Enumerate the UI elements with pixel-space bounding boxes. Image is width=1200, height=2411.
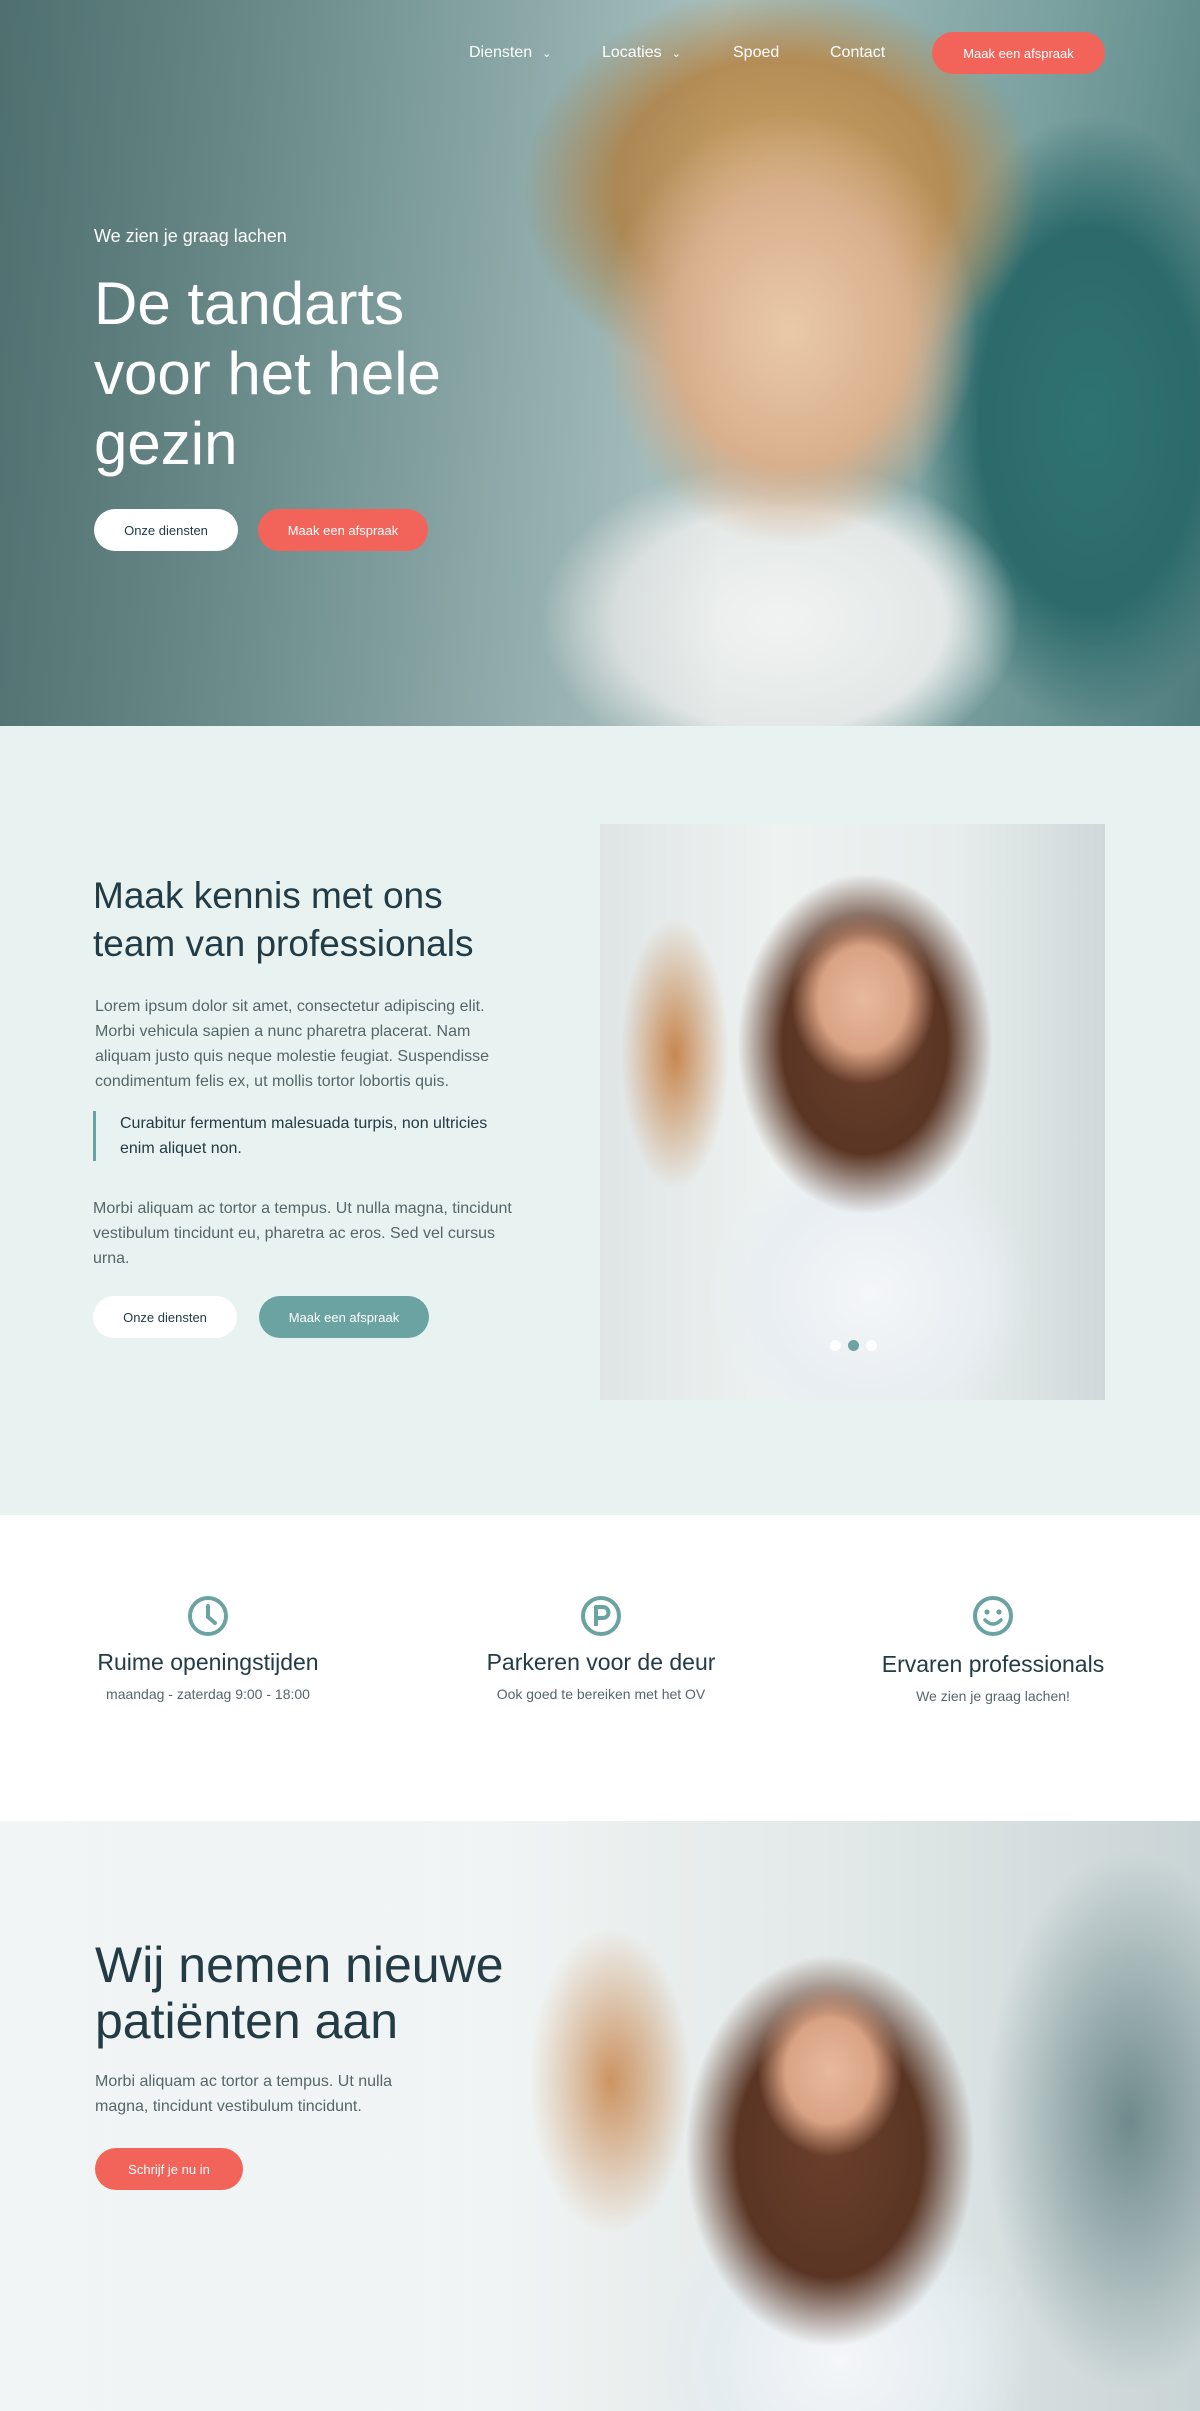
features-section: Ruime openingstijden maandag - zaterdag … — [0, 1515, 1200, 1821]
feature-opening-hours: Ruime openingstijden maandag - zaterdag … — [58, 1595, 358, 1702]
slider-dot[interactable] — [866, 1340, 877, 1351]
clock-icon — [188, 1596, 228, 1636]
team-title: Maak kennis met ons team van professiona… — [93, 875, 474, 964]
nav-item-label: Contact — [830, 44, 886, 61]
new-patients-section: Wij nemen nieuwe patiënten aan Morbi ali… — [0, 1821, 1200, 2411]
new-patients-text: Morbi aliquam ac tortor a tempus. Ut nul… — [95, 2073, 393, 2115]
hero-title: De tandarts voor het hele gezin — [94, 270, 441, 477]
team-appointment-button[interactable]: Maak een afspraak — [259, 1296, 429, 1338]
team-paragraph-2: Morbi aliquam ac tortor a tempus. Ut nul… — [93, 1200, 512, 1267]
feature-subtitle: We zien je graag lachen! — [916, 1688, 1070, 1704]
team-buttons: Onze diensten Maak een afspraak — [93, 1296, 429, 1338]
slider-dot[interactable] — [830, 1340, 841, 1351]
hero-buttons: Onze diensten Maak een afspraak — [94, 509, 428, 551]
nav-item-label: Locaties — [602, 44, 662, 61]
feature-subtitle: Ook goed te bereiken met het OV — [496, 1686, 706, 1702]
chevron-down-icon: ⌄ — [542, 47, 552, 60]
hero-appointment-button[interactable]: Maak een afspraak — [258, 509, 428, 551]
chevron-down-icon: ⌄ — [671, 47, 681, 60]
feature-title: Parkeren voor de deur — [486, 1649, 716, 1675]
main-nav: Diensten ⌄ Locaties ⌄ Spoed Contact Maak… — [0, 32, 1200, 76]
team-services-button[interactable]: Onze diensten — [93, 1296, 237, 1338]
hero-section: Diensten ⌄ Locaties ⌄ Spoed Contact Maak… — [0, 0, 1200, 726]
feature-subtitle: maandag - zaterdag 9:00 - 18:00 — [106, 1686, 310, 1702]
team-section: Maak kennis met ons team van professiona… — [0, 726, 1200, 1515]
nav-item-locaties[interactable]: Locaties ⌄ — [602, 44, 681, 62]
slider-dots — [830, 1340, 877, 1351]
team-paragraph-1: Lorem ipsum dolor sit amet, consectetur … — [95, 998, 490, 1090]
smiley-icon — [973, 1596, 1013, 1636]
nav-item-contact[interactable]: Contact — [830, 44, 885, 62]
nav-appointment-button[interactable]: Maak een afspraak — [932, 32, 1105, 74]
team-photo — [600, 824, 1105, 1400]
slider-dot-active[interactable] — [848, 1340, 859, 1351]
nav-item-label: Spoed — [733, 44, 780, 61]
signup-button[interactable]: Schrijf je nu in — [95, 2148, 243, 2190]
new-patients-title: Wij nemen nieuwe patiënten aan — [95, 1937, 504, 2049]
parking-icon — [581, 1596, 621, 1636]
hero-services-button[interactable]: Onze diensten — [94, 509, 238, 551]
nav-item-spoed[interactable]: Spoed — [733, 44, 779, 62]
feature-professionals: Ervaren professionals We zien je graag l… — [843, 1595, 1143, 1704]
nav-item-diensten[interactable]: Diensten ⌄ — [469, 44, 551, 62]
nav-item-label: Diensten — [469, 44, 533, 61]
feature-title: Ervaren professionals — [881, 1651, 1105, 1677]
team-quote: Curabitur fermentum malesuada turpis, no… — [93, 1111, 513, 1161]
feature-title: Ruime openingstijden — [97, 1649, 319, 1675]
hero-eyebrow: We zien je graag lachen — [94, 226, 287, 246]
hero-content: We zien je graag lachen De tandarts voor… — [94, 226, 514, 551]
feature-parking: Parkeren voor de deur Ook goed te bereik… — [451, 1595, 751, 1702]
